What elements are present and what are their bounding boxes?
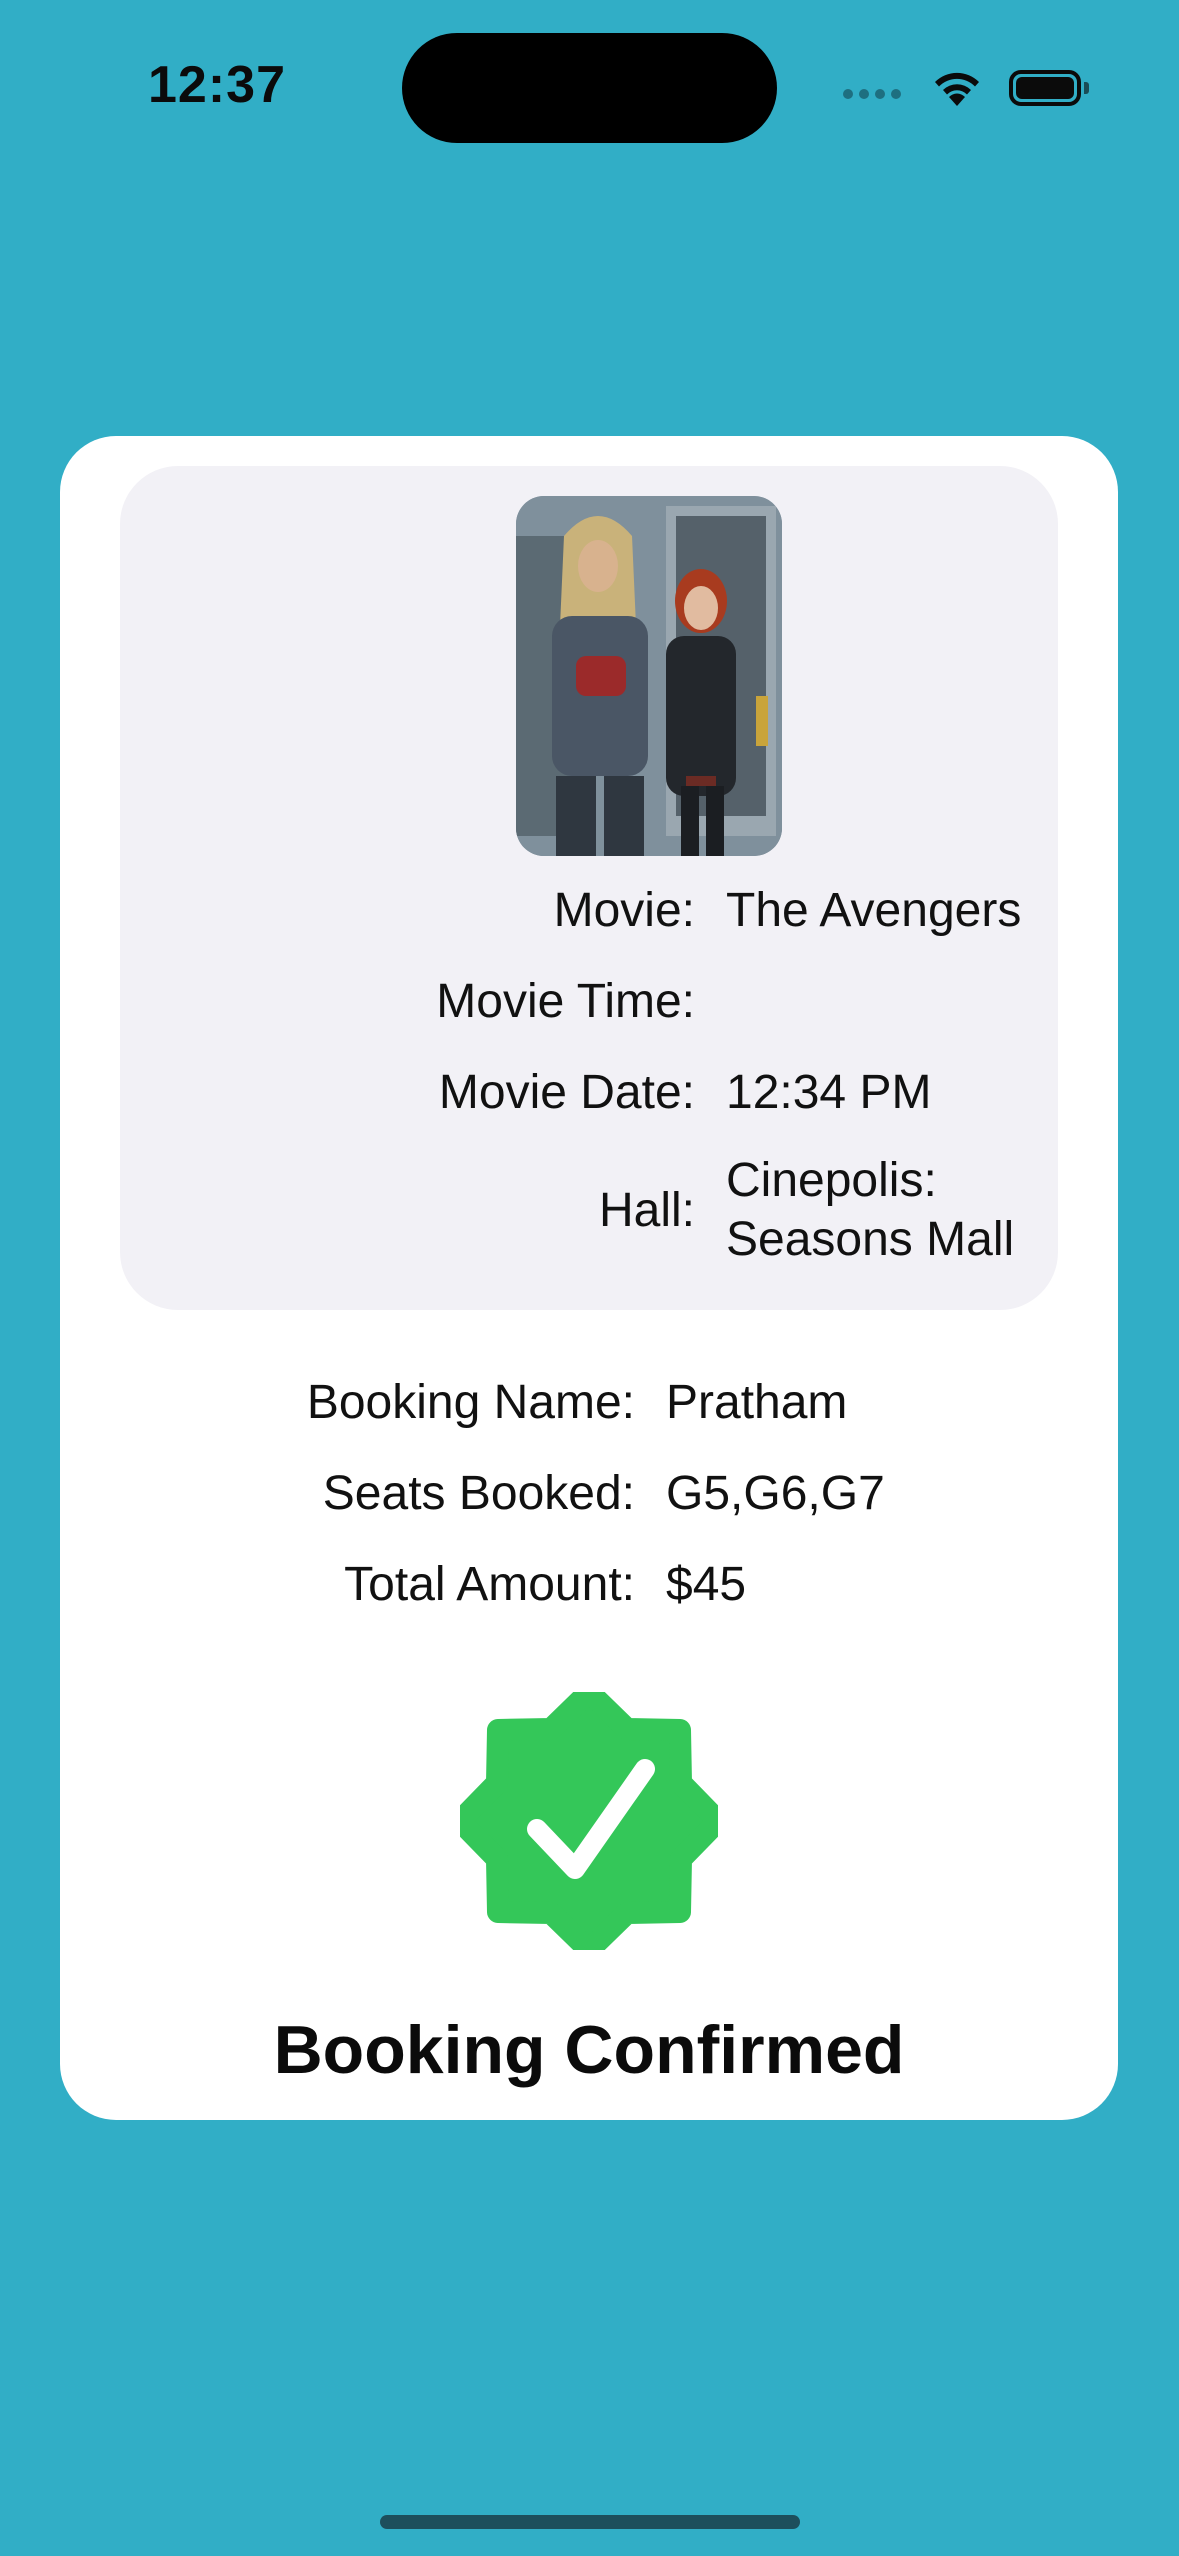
movie-date-value: 12:34 PM	[726, 1066, 932, 1119]
seats-booked-label-row: Seats Booked:	[120, 1465, 635, 1523]
booking-name-value: Pratham	[666, 1376, 848, 1429]
movie-label: Movie:	[553, 884, 695, 937]
hall-value-line2: Seasons Mall	[726, 1213, 1015, 1266]
booking-name-label-row: Booking Name:	[120, 1374, 635, 1432]
status-icons	[843, 62, 1089, 114]
dynamic-island	[402, 33, 777, 143]
status-time: 12:37	[148, 56, 286, 114]
wifi-icon	[931, 68, 983, 108]
movie-label-row: Movie:	[180, 882, 695, 940]
booking-confirmed-title: Booking Confirmed	[273, 2012, 905, 2088]
hall-label: Hall:	[598, 1184, 695, 1237]
home-indicator[interactable]	[380, 2515, 800, 2529]
movie-date-label: Movie Date:	[438, 1066, 695, 1119]
movie-value: The Avengers	[726, 884, 1022, 937]
total-amount-value: $45	[666, 1558, 747, 1611]
movie-time-label: Movie Time:	[436, 975, 695, 1028]
booking-card: Movie: The Avengers Movie Time: Movie Da…	[60, 436, 1118, 2120]
movie-date-label-row: Movie Date:	[180, 1064, 695, 1122]
signal-dots-icon	[843, 89, 901, 99]
total-amount-label-row: Total Amount:	[120, 1556, 635, 1614]
movie-details-panel: Movie: The Avengers Movie Time: Movie Da…	[120, 466, 1058, 1310]
verified-check-badge-icon	[449, 1681, 729, 1961]
hall-value-line1: Cinepolis:	[726, 1154, 937, 1207]
movie-time-label-row: Movie Time:	[180, 973, 695, 1031]
battery-icon	[1009, 70, 1089, 106]
seats-booked-label: Seats Booked:	[322, 1467, 635, 1520]
seats-booked-value: G5,G6,G7	[666, 1467, 885, 1520]
booking-name-label: Booking Name:	[306, 1376, 635, 1429]
total-amount-label: Total Amount:	[344, 1558, 635, 1611]
hall-label-row: Hall:	[180, 1182, 695, 1240]
movie-poster-image	[516, 496, 782, 856]
